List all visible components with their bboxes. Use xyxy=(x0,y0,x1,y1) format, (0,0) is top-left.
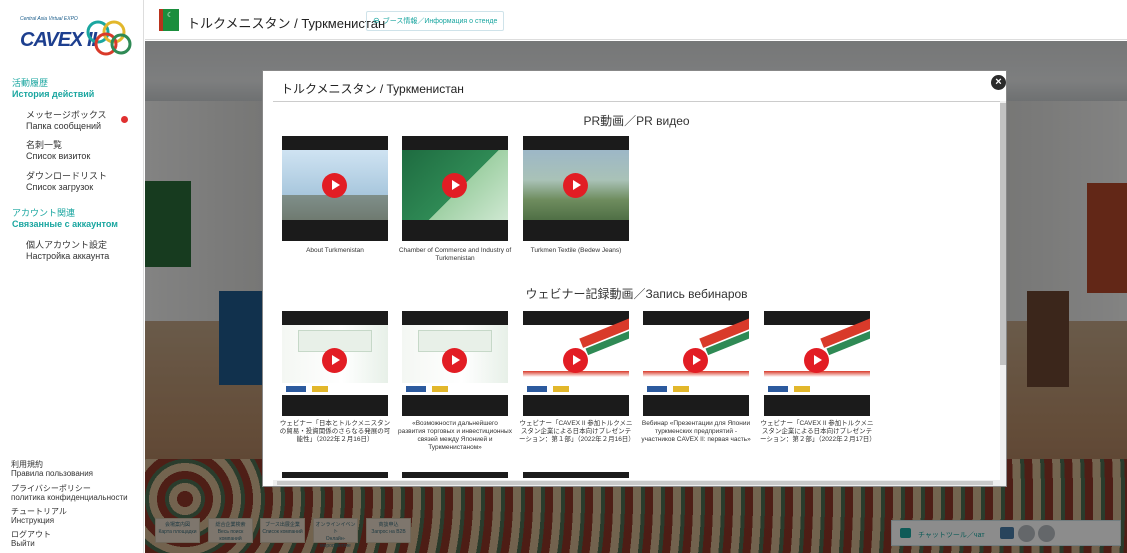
vertical-scroll-thumb[interactable] xyxy=(1000,103,1006,365)
booth-info-button[interactable]: ⊖ ブース情報／Информация о стенде xyxy=(366,11,505,31)
modal-divider xyxy=(273,101,1000,102)
logo-subtitle: Central Asia Virtual EXPO xyxy=(20,16,78,22)
video-caption[interactable]: About Turkmenistan xyxy=(278,247,392,255)
sidebar-item-messages[interactable]: メッセージボックス Папка сообщений xyxy=(26,110,107,132)
tutorial-link[interactable]: チュートリアル Инструкция xyxy=(11,507,67,525)
play-icon[interactable] xyxy=(563,348,588,373)
link-icon: ⊖ xyxy=(373,16,380,25)
notification-badge xyxy=(121,116,128,123)
sidebar: Central Asia Virtual EXPO CAVEX II 活動履歴 … xyxy=(0,0,144,553)
next-row-thumbnail xyxy=(523,472,629,478)
video-caption[interactable]: Chamber of Commerce and Industry of Turk… xyxy=(398,247,512,263)
sidebar-item-business-cards[interactable]: 名刺一覧 Список визиток xyxy=(26,140,90,162)
sidebar-item-account-settings[interactable]: 個人アカウント設定 Настройка аккаунта xyxy=(26,240,109,262)
page-title: トルクメニスタン / Туркменистан xyxy=(187,16,386,31)
play-icon[interactable] xyxy=(322,348,347,373)
video-caption[interactable]: ウェビナー「日本とトルクメニスタンの貿易・投資関係のさらなる発展の可能性」（20… xyxy=(278,420,392,444)
next-row-thumbnail xyxy=(282,472,388,478)
cavex-logo[interactable]: Central Asia Virtual EXPO CAVEX II xyxy=(16,14,132,62)
activity-history-heading: 活動履歴 История действий xyxy=(12,78,95,99)
top-bar: トルクメニスタン / Туркменистан ⊖ブース情報／Информаци… xyxy=(145,0,1127,40)
video-modal: トルクメニスタン / Туркменистан × PR動画／PR видео … xyxy=(262,70,1007,487)
logo-wordmark: CAVEX II xyxy=(20,29,97,51)
slide-logo-band xyxy=(402,383,508,395)
play-icon[interactable] xyxy=(442,173,467,198)
webinar-heading: ウェビナー記録動画／Запись вебинаров xyxy=(525,287,748,301)
video-thumbnail-webinar-5[interactable] xyxy=(764,311,870,416)
horizontal-scroll-thumb[interactable] xyxy=(277,481,993,485)
slide-logo-band xyxy=(282,383,388,395)
video-caption[interactable]: Turkmen Textile (Bedew Jeans) xyxy=(519,247,633,255)
play-icon[interactable] xyxy=(322,173,347,198)
close-icon[interactable]: × xyxy=(991,75,1006,90)
sidebar-item-downloads[interactable]: ダウンロードリスト Список загрузок xyxy=(26,171,107,193)
next-row-thumbnail xyxy=(402,472,508,478)
app-root: 会場案内図 Карта площадки 総合企業検索 Весь поиск ком… xyxy=(0,0,1127,553)
play-icon[interactable] xyxy=(563,173,588,198)
turkmenistan-flag-icon xyxy=(159,9,179,31)
video-thumbnail-chamber[interactable] xyxy=(402,136,508,241)
slide-logo-band xyxy=(764,383,870,395)
slide-logo-band xyxy=(523,383,629,395)
video-caption[interactable]: ウェビナー「CAVEX II 参加トルクメニスタン企業による日本向けプレゼンテー… xyxy=(760,420,876,444)
video-caption[interactable]: ウェビナー「CAVEX II 参加トルクメニスタン企業による日本向けプレゼンテー… xyxy=(519,420,635,444)
video-thumbnail-webinar-1[interactable] xyxy=(282,311,388,416)
video-thumbnail-about-turkmenistan[interactable] xyxy=(282,136,388,241)
video-thumbnail-webinar-3[interactable] xyxy=(523,311,629,416)
play-icon[interactable] xyxy=(683,348,708,373)
terms-link[interactable]: 利用規約 Правила пользования xyxy=(11,460,93,478)
slide-logo-band xyxy=(643,383,749,395)
privacy-policy-link[interactable]: プライバシーポリシー политика конфиденциальности xyxy=(11,484,128,502)
logo-rings-icon xyxy=(86,20,132,56)
pr-video-heading: PR動画／PR видео xyxy=(583,114,690,128)
horizontal-scrollbar[interactable] xyxy=(273,480,1000,486)
account-heading: アカウント関連 Связанные с аккаунтом xyxy=(12,208,118,229)
video-caption[interactable]: «Возможности дальнейшего развития торгов… xyxy=(398,420,512,452)
video-caption[interactable]: Вебинар «Презентации для Японии туркменс… xyxy=(639,420,753,444)
video-thumbnail-textile[interactable] xyxy=(523,136,629,241)
logout-link[interactable]: ログアウト Выйти xyxy=(11,530,51,548)
video-thumbnail-webinar-2[interactable] xyxy=(402,311,508,416)
video-thumbnail-webinar-4[interactable] xyxy=(643,311,749,416)
modal-title: トルクメニスタン / Туркменистан xyxy=(281,82,464,96)
play-icon[interactable] xyxy=(442,348,467,373)
play-icon[interactable] xyxy=(804,348,829,373)
